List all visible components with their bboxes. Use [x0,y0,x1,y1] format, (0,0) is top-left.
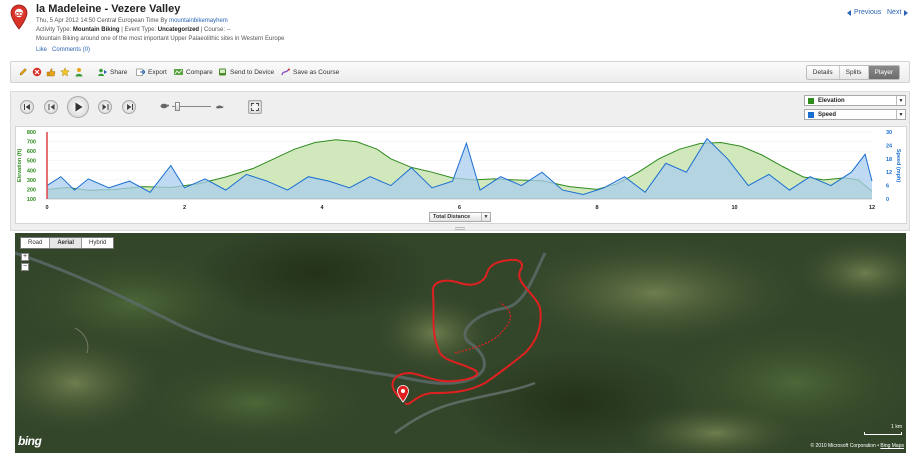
compare-label: Compare [186,68,213,76]
skip-back-icon [23,104,30,110]
map-view[interactable] [15,233,906,453]
course-icon [281,68,290,76]
edit-icon[interactable] [18,67,28,77]
compare-icon [174,69,183,75]
elevation-swatch [808,97,814,104]
step-back-button[interactable] [44,100,58,114]
activity-type-value: Mountain Biking [72,27,120,33]
chevron-left-icon [847,9,851,16]
step-forward-icon [102,104,108,110]
previous-link[interactable]: Previous [847,9,881,16]
author-link[interactable]: mountainbikemayhem [169,18,228,24]
copyright-text: © 2010 Microsoft Corporation [810,443,876,449]
zoom-out-button[interactable]: − [21,263,29,271]
activity-toolbar: Share Export Compare Send to Device Save… [10,61,910,83]
user-icon[interactable] [74,67,84,77]
chevron-down-icon: ▼ [481,213,490,221]
compare-button[interactable]: Compare [174,68,213,76]
chevron-right-icon [904,9,909,16]
send-to-device-label: Send to Device [230,68,275,76]
tab-details[interactable]: Details [806,66,839,79]
skip-back-button[interactable] [20,100,34,114]
map-start-pin-icon[interactable] [397,385,409,403]
export-icon [136,68,145,76]
chart-container [15,126,907,224]
activity-date: Thu, 5 Apr 2012 14:50 Central European T… [36,18,168,24]
social-links: Like Comments (0) [36,47,90,53]
step-forward-button[interactable] [98,100,112,114]
speed-swatch [808,111,814,118]
step-back-icon [48,104,54,110]
series-select-speed[interactable]: Speed ▼ [804,109,906,120]
chevron-down-icon: ▼ [896,96,905,105]
event-type-label: | Event Type: [121,27,157,33]
next-link[interactable]: Next [887,9,909,16]
map-type-road[interactable]: Road [21,238,50,248]
bing-maps-link[interactable]: Bing Maps [880,443,904,449]
previous-label: Previous [854,9,882,16]
like-link[interactable]: Like [36,47,47,53]
activity-type-line: Activity Type: Mountain Biking | Event T… [36,27,231,33]
map-type-switcher: Road Aerial Hybrid [20,237,115,249]
activity-type-label: Activity Type: [36,27,72,33]
play-icon [75,102,82,112]
map-type-aerial[interactable]: Aerial [49,238,82,248]
series-select-elevation-value: Elevation [818,97,845,104]
speed-slider-thumb[interactable] [175,102,181,111]
bing-logo: bing [18,434,42,448]
event-type-value: Uncategorized [157,27,200,33]
course-label: | Course: -- [200,27,231,33]
fullscreen-button[interactable] [248,100,262,114]
tab-splits[interactable]: Splits [838,66,868,79]
play-button[interactable] [67,96,89,118]
view-tabs: Details Splits Player [805,65,900,80]
activity-date-line: Thu, 5 Apr 2012 14:50 Central European T… [36,18,228,24]
comments-link[interactable]: Comments (0) [52,47,90,53]
x-axis-select[interactable]: Total Distance ▼ [429,212,491,222]
share-icon [98,68,107,76]
skip-forward-button[interactable] [122,100,136,114]
resize-grip-icon[interactable] [455,227,465,230]
save-as-course-label: Save as Course [293,68,340,76]
delete-icon[interactable] [32,67,42,77]
save-as-course-button[interactable]: Save as Course [281,68,339,76]
tab-player[interactable]: Player [867,66,899,79]
share-label: Share [110,68,128,76]
zoom-in-button[interactable]: + [21,253,29,261]
map-type-hybrid[interactable]: Hybrid [81,238,114,248]
fullscreen-icon [251,103,259,111]
chevron-down-icon: ▼ [896,110,905,119]
map-copyright: © 2010 Microsoft Corporation • Bing Maps [810,443,904,449]
turtle-slow-icon [160,103,169,109]
device-icon [219,68,226,76]
location-pin-icon [10,4,28,30]
like-icon[interactable] [46,67,56,77]
star-icon[interactable] [60,67,70,77]
send-to-device-button[interactable]: Send to Device [218,68,274,76]
export-button[interactable]: Export [136,68,167,76]
series-select-speed-value: Speed [818,111,837,118]
x-axis-select-value: Total Distance [433,214,471,220]
skip-forward-icon [126,104,133,110]
export-label: Export [148,68,167,76]
share-button[interactable]: Share [98,68,127,76]
activity-description: Mountain Biking around one of the most i… [36,36,285,42]
rabbit-fast-icon [216,105,224,109]
map-scale-bar [864,432,902,435]
series-select-elevation[interactable]: Elevation ▼ [804,95,906,106]
map-scale-label: 1 km [891,424,902,430]
activity-title: la Madeleine - Vezere Valley [36,3,181,15]
next-label: Next [887,9,902,16]
aerial-imagery [15,233,906,453]
